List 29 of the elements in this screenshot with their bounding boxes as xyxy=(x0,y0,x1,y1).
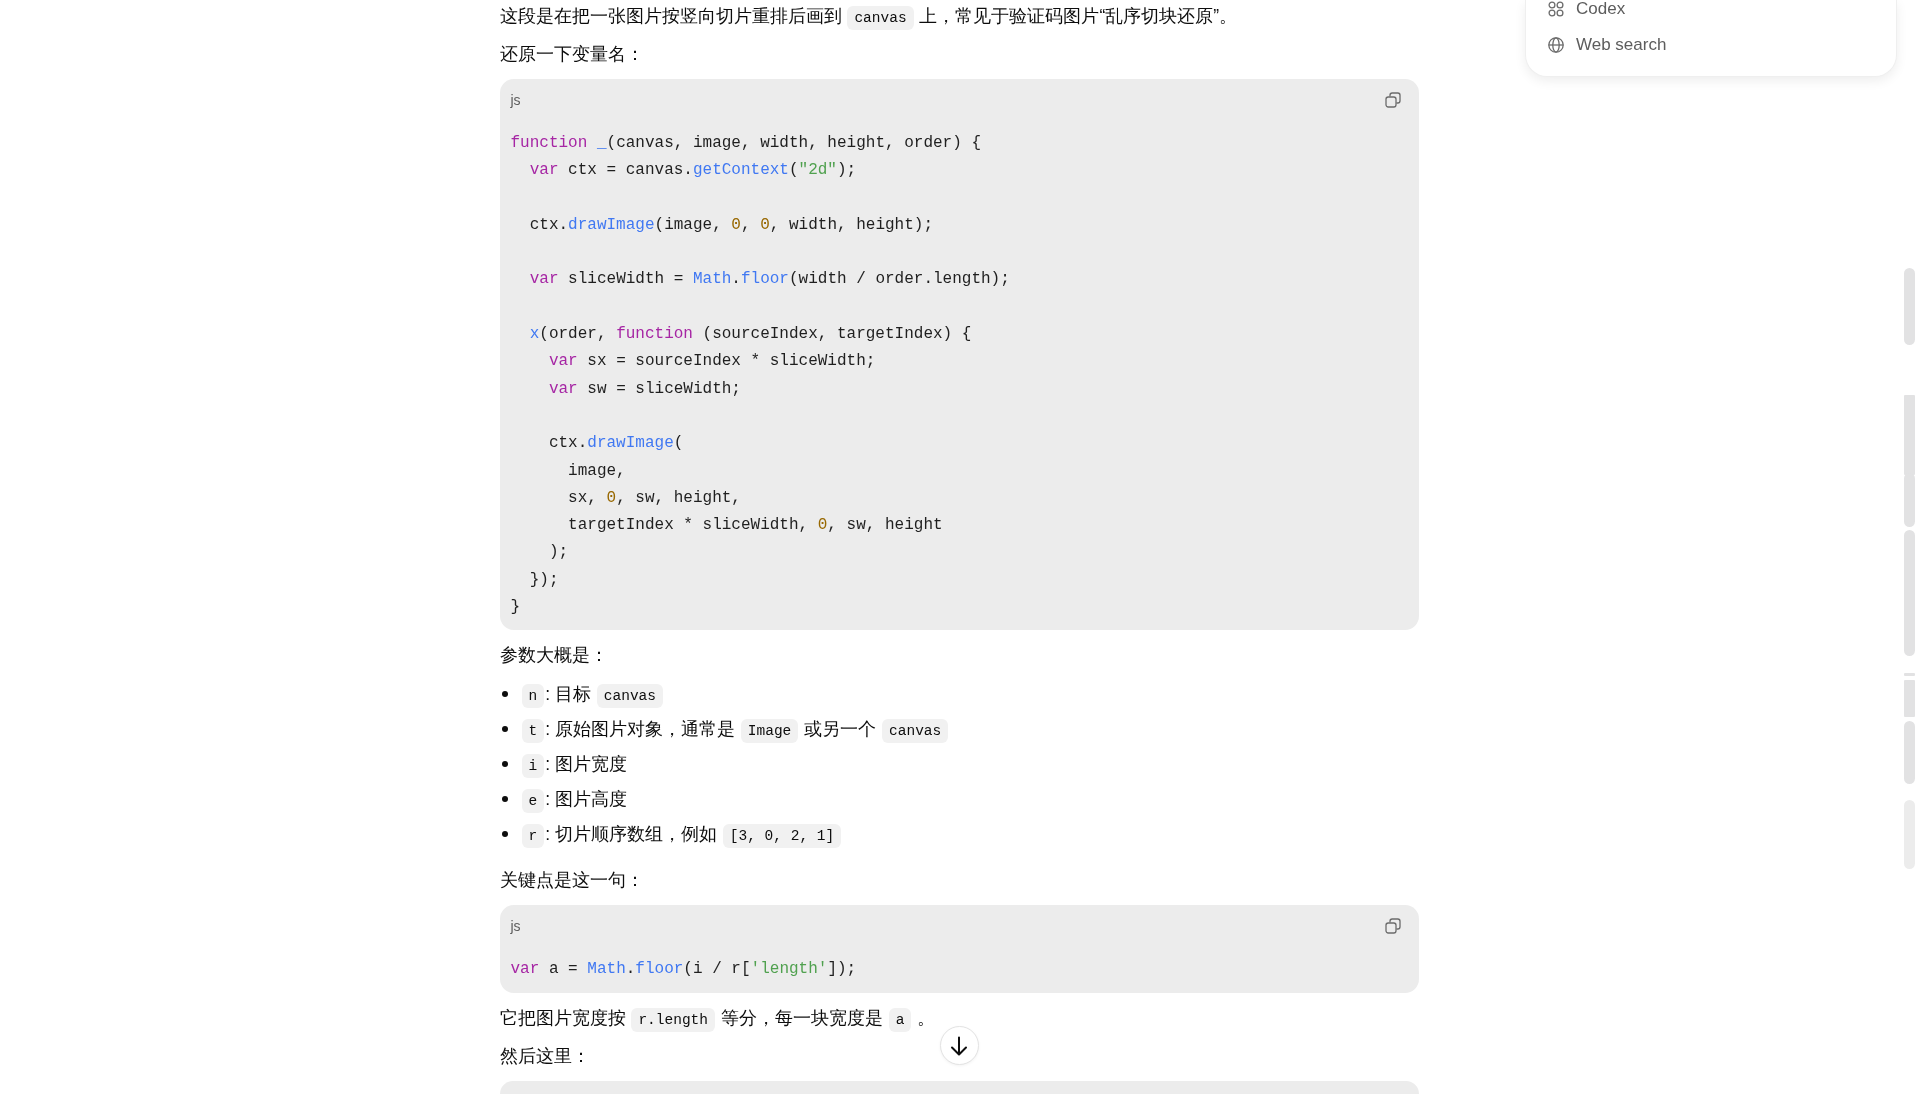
circles-grid-icon xyxy=(1548,1,1564,17)
paragraph-text: 还原一下变量名： xyxy=(499,43,644,66)
bullet-icon xyxy=(501,761,508,768)
code-language-label: js xyxy=(510,91,521,110)
list-item-text: t : 原始图片对象，通常是 Image 或另一个 canvas xyxy=(520,715,950,744)
arrow-down-icon xyxy=(950,1035,968,1056)
paragraph-text: 这段是在把一张图片按竖向切片重排后画到 canvas 上，常见于验证码图片“乱序切块还原”。 xyxy=(499,2,1238,30)
list-item-text: n : 目标 canvas xyxy=(520,680,664,709)
scroll-down-button[interactable] xyxy=(939,1026,979,1065)
copy-icon[interactable] xyxy=(1384,92,1401,108)
code-text: function _(canvas, image, width, height, order) { var ctx = canvas.getContext("2d"); ctx.drawImage(image, 0, 0, width, height); var sliceWidth = Math.floor(width / order.length); x(order, function (sourceIndex, targetIndex) { var sx = sourceIndex * sliceWidth; var sw = sliceWidth; ctx.drawImage( image, sx, 0, sw, height, targetIndex * sliceWidth, 0, sw, height ); }); } xyxy=(510,133,1010,619)
code-language-label: js xyxy=(510,917,521,937)
bullet-icon xyxy=(501,726,508,733)
code-text: var a = Math.floor(i / r['length']); xyxy=(510,959,857,981)
bullet-icon xyxy=(501,831,508,838)
list-item-text: e : 图片高度 xyxy=(520,785,627,814)
menu-item[interactable]: Codex xyxy=(1548,0,1626,18)
paragraph-text: 参数大概是： xyxy=(499,644,608,668)
list-item-text: i : 图片宽度 xyxy=(520,750,627,779)
menu-item[interactable]: Web search xyxy=(1548,36,1667,54)
globe-icon xyxy=(1548,37,1564,53)
bullet-icon xyxy=(501,691,508,698)
copy-icon[interactable] xyxy=(1384,918,1401,935)
paragraph-text: 然后这里： xyxy=(499,1044,590,1068)
scrollbar-markers[interactable] xyxy=(1904,268,1915,869)
list-item-text: r : 切片顺序数组，例如 [3, 0, 2, 1] xyxy=(520,820,843,849)
paragraph-text: 它把图片宽度按 r.length 等分，每一块宽度是 a 。 xyxy=(499,1003,936,1032)
paragraph-text: 关键点是这一句： xyxy=(499,869,644,893)
bullet-icon xyxy=(501,796,508,803)
